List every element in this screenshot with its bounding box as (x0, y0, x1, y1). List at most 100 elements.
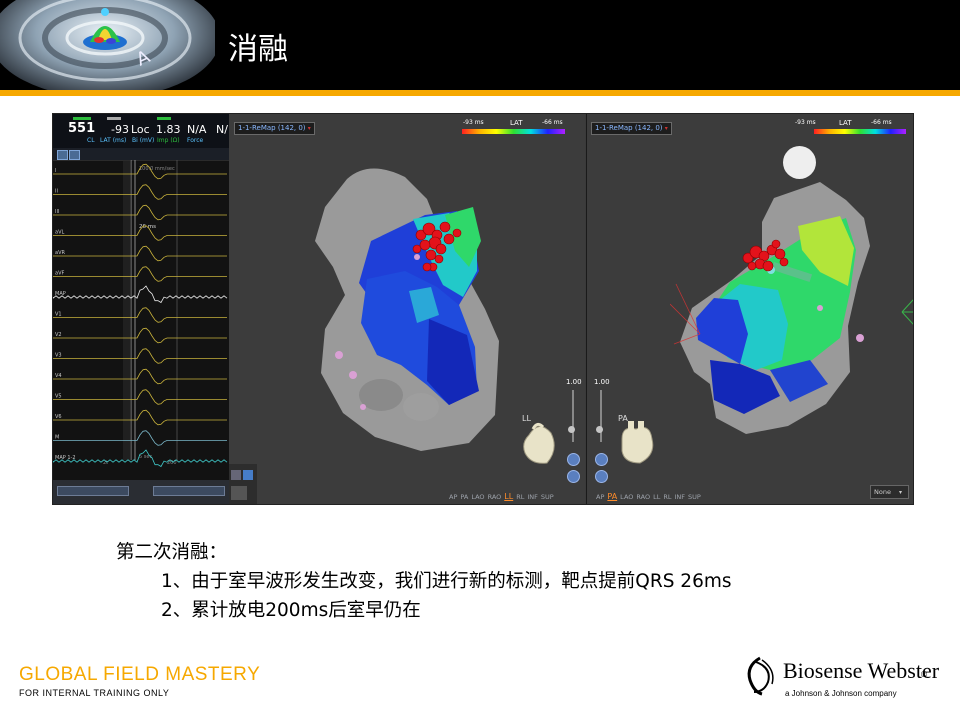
axis-orientation-icon (901, 299, 913, 325)
body-line-1: 1、由于室早波形发生改变，我们进行新的标测，靶点提前QRS 26ms (161, 571, 732, 592)
ecg-lead-label: V6 (55, 414, 62, 420)
ablation-lesion-marker (422, 262, 432, 272)
ecg-lead-label: V3 (55, 353, 62, 359)
ecg-scrollbar (53, 480, 229, 504)
extra-value: N/ (216, 123, 228, 136)
lat-color-scale-right (814, 129, 906, 134)
heart-orientation-icon-right (621, 421, 654, 464)
cl-value: 551 (68, 121, 96, 136)
view-down-button-right[interactable] (595, 453, 608, 466)
map-selector[interactable]: 1-1-ReMap (142, 0) ▾ (234, 122, 315, 135)
ecg-lead-label: V1 (55, 312, 62, 318)
map-selector-right[interactable]: 1-1-ReMap (142, 0) ▾ (591, 122, 672, 135)
view-button-ap[interactable]: AP (449, 493, 457, 501)
zoom-tool-button[interactable] (57, 150, 68, 160)
bi-label: Bi (mV) (132, 137, 155, 144)
ecg-lead-label: M (55, 435, 59, 441)
ecg-toolbar (53, 148, 229, 160)
ecg-lead-label: II (55, 189, 58, 195)
view-button-sup[interactable]: SUP (688, 493, 701, 501)
heart-orientation-icon (523, 422, 555, 464)
lat-max-label-right: -66 ms (871, 119, 892, 126)
time-label-mid: 5 sec (139, 454, 152, 460)
view-rotate-button[interactable] (567, 470, 580, 483)
brand-subtitle: a Johnson & Johnson company (785, 689, 897, 698)
water-drop-logo: A (0, 0, 215, 90)
brand-name: Biosense Webster (783, 658, 940, 683)
view-down-button[interactable] (567, 453, 580, 466)
slide-title: 消融 (228, 32, 288, 67)
loc-value: Loc (131, 123, 150, 136)
ablation-lesion-marker (452, 228, 462, 238)
slider-knob-right[interactable] (596, 426, 603, 433)
transparency-slider[interactable] (572, 390, 574, 442)
view-button-sup[interactable]: SUP (541, 493, 554, 501)
header-divider (0, 90, 960, 96)
ecg-lead-label: V2 (55, 332, 62, 338)
lat-min-label: -93 ms (463, 119, 484, 126)
status-indicator (73, 117, 91, 120)
force-label: Force (187, 137, 204, 144)
tool-panel-icon[interactable] (229, 464, 257, 504)
lat-value: -93 (111, 123, 129, 136)
ablation-lesion-marker (771, 239, 781, 249)
lat-max-label: -66 ms (542, 119, 563, 126)
view-button-pa[interactable]: PA (460, 493, 468, 501)
lat-title-right: LAT (839, 119, 852, 127)
slide-header: A 消融 (0, 0, 960, 90)
view-button-rao[interactable]: RAO (488, 493, 502, 501)
map-selector-label-right: 1-1-ReMap (142, 0) (595, 124, 663, 132)
view-button-inf[interactable]: INF (675, 493, 686, 501)
lat-label: LAT (ms) (100, 137, 127, 144)
ablation-lesion-marker (425, 249, 437, 261)
view-button-inf[interactable]: INF (527, 493, 538, 501)
program-name: GLOBAL FIELD MASTERY (19, 664, 261, 685)
view-rotate-button-right[interactable] (595, 470, 608, 483)
view-button-rao[interactable]: RAO (636, 493, 650, 501)
carto-screenshot: 551 CL -93 LAT (ms) Loc Bi (mV) 1.83 Imp… (52, 113, 914, 505)
view-button-ap[interactable]: AP (596, 493, 604, 501)
speed-label: 100.0 mm/sec (139, 166, 175, 172)
cl-label: CL (87, 137, 95, 144)
view-button-rl[interactable]: RL (516, 493, 524, 501)
anatomy-map-left[interactable] (309, 159, 519, 459)
transparency-slider-right[interactable] (600, 390, 602, 442)
imp-label: Imp (Ω) (157, 137, 180, 144)
ecg-scrollbar-track-left[interactable] (57, 486, 129, 496)
anatomy-map-right[interactable] (670, 174, 880, 454)
ablation-lesion-marker (774, 248, 786, 260)
overlay-dropdown[interactable]: None ▾ (870, 485, 909, 499)
slider-knob[interactable] (568, 426, 575, 433)
transparency-value-right: 1.00 (594, 378, 610, 386)
view-buttons-left: AP PA LAO RAO LL RL INF SUP (449, 490, 557, 504)
view-button-rl[interactable]: RL (663, 493, 671, 501)
ablation-lesion-marker (779, 257, 789, 267)
map-selector-label: 1-1-ReMap (142, 0) (238, 124, 306, 132)
ecg-lead-label: III (55, 209, 59, 215)
view-button-lao[interactable]: LAO (471, 493, 484, 501)
ecg-lead-label: MAP 1-2 (55, 455, 76, 461)
ablation-lesion-marker (412, 244, 422, 254)
caliper-tool-button[interactable] (69, 150, 80, 160)
ecg-scrollbar-track-right[interactable] (153, 486, 225, 496)
overlay-dropdown-label: None (874, 488, 891, 496)
view-buttons-right: AP PA LAO RAO LL RL INF SUP (596, 490, 704, 504)
chevron-down-icon: ▾ (307, 125, 311, 132)
ecg-panel: 551 CL -93 LAT (ms) Loc Bi (mV) 1.83 Imp… (53, 114, 229, 504)
ablation-lesion-marker (439, 221, 451, 233)
ecg-lead-label: I (55, 168, 56, 174)
lat-min-label-right: -93 ms (795, 119, 816, 126)
disclaimer: FOR INTERNAL TRAINING ONLY (19, 688, 170, 698)
view-button-ll[interactable]: LL (504, 492, 513, 501)
brand-registered-mark: ® (920, 670, 928, 679)
ablation-lesion-marker (435, 243, 447, 255)
ecg-lead-label: aVR (55, 250, 65, 256)
chevron-down-icon: ▾ (899, 489, 903, 496)
map-right-panel: 1-1-ReMap (142, 0) ▾ -93 ms LAT -66 ms 1… (586, 114, 913, 504)
transparency-value: 1.00 (566, 378, 582, 386)
view-button-lao[interactable]: LAO (620, 493, 633, 501)
view-button-ll[interactable]: LL (653, 493, 660, 501)
view-button-pa[interactable]: PA (607, 492, 617, 501)
ablation-lesion-marker (762, 260, 774, 272)
biosense-webster-logo-icon (747, 656, 774, 696)
